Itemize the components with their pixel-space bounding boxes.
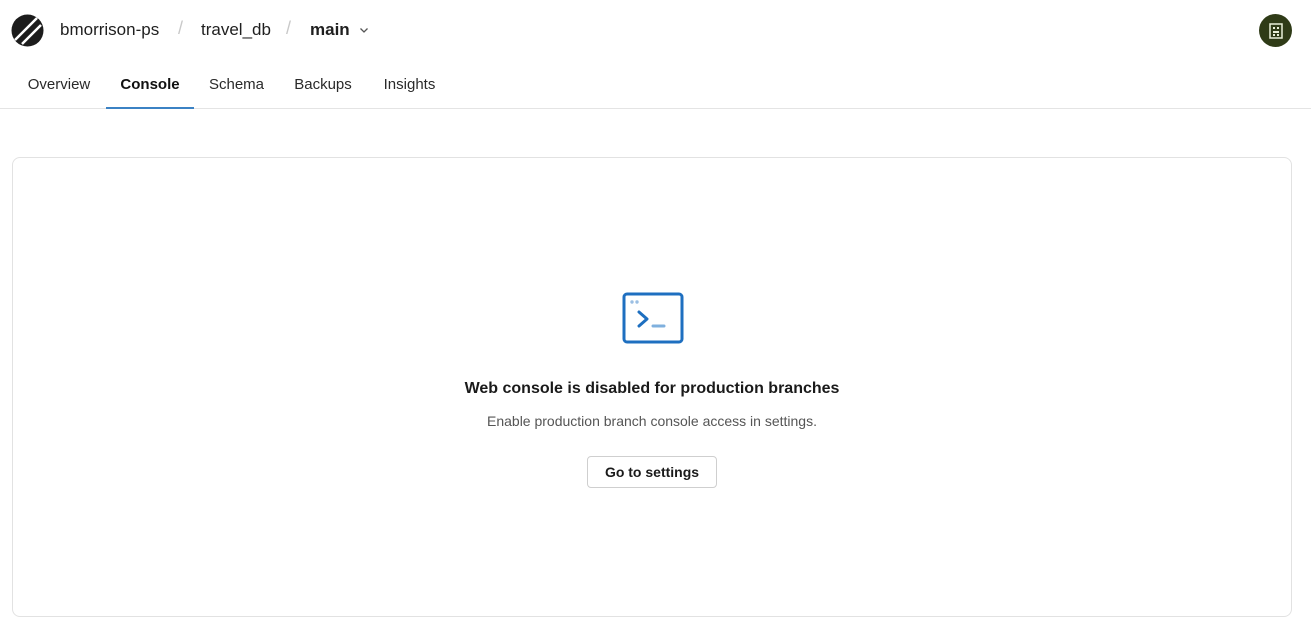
user-avatar-icon[interactable] bbox=[1259, 14, 1292, 47]
branch-selector[interactable]: main bbox=[310, 19, 369, 41]
chevron-down-icon bbox=[359, 28, 368, 33]
tab-schema[interactable]: Schema bbox=[194, 60, 279, 109]
branch-name: main bbox=[310, 20, 350, 39]
tab-overview[interactable]: Overview bbox=[12, 60, 106, 109]
tab-bar: Overview Console Schema Backups Insights bbox=[0, 60, 1311, 109]
avatar-pattern-icon bbox=[1268, 22, 1283, 39]
breadcrumb-org[interactable]: bmorrison-ps bbox=[60, 19, 159, 41]
console-disabled-panel: Web console is disabled for production b… bbox=[12, 157, 1292, 617]
breadcrumb-separator: / bbox=[286, 18, 292, 38]
planetscale-logo-icon[interactable] bbox=[11, 14, 44, 47]
go-to-settings-button[interactable]: Go to settings bbox=[587, 456, 717, 488]
breadcrumb-separator: / bbox=[178, 18, 184, 38]
tab-console[interactable]: Console bbox=[106, 60, 194, 109]
empty-state-title: Web console is disabled for production b… bbox=[464, 380, 840, 397]
empty-state-subtitle: Enable production branch console access … bbox=[487, 413, 817, 429]
breadcrumb-database[interactable]: travel_db bbox=[201, 19, 271, 41]
tab-insights[interactable]: Insights bbox=[367, 60, 452, 109]
tab-backups[interactable]: Backups bbox=[279, 60, 367, 109]
top-bar: bmorrison-ps / travel_db / main bbox=[0, 0, 1311, 60]
terminal-icon bbox=[622, 292, 684, 344]
